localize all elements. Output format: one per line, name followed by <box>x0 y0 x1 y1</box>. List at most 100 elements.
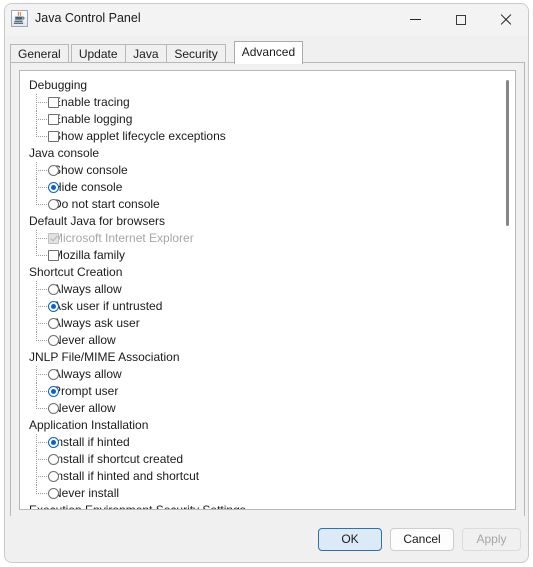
settings-row[interactable]: Enable tracing <box>20 94 515 111</box>
settings-row-label: Do not start console <box>53 197 160 211</box>
cancel-button[interactable]: Cancel <box>390 528 454 551</box>
dialog-footer: OK Cancel Apply <box>5 516 528 562</box>
settings-row-label: Never allow <box>53 401 116 415</box>
tab-general[interactable]: General <box>10 44 69 63</box>
tree-connector-horizontal <box>36 306 48 307</box>
tree-connector-horizontal <box>36 255 48 256</box>
close-button[interactable] <box>483 4 528 35</box>
settings-row[interactable]: Always ask user <box>20 315 515 332</box>
settings-row-label: Ask user if untrusted <box>53 299 163 313</box>
settings-row-label: Show applet lifecycle exceptions <box>53 129 226 143</box>
settings-row[interactable]: Ask user if untrusted <box>20 298 515 315</box>
checkbox-icon <box>48 233 59 244</box>
radio-icon[interactable] <box>48 318 59 329</box>
tree-connector-horizontal <box>36 340 48 341</box>
radio-icon[interactable] <box>48 403 59 414</box>
settings-row-label: Always allow <box>53 282 122 296</box>
settings-group-header[interactable]: Default Java for browsers <box>20 213 515 230</box>
settings-row-label: Always allow <box>53 367 122 381</box>
tree-connector-horizontal <box>36 187 48 188</box>
checkbox-icon[interactable] <box>48 250 59 261</box>
tree-connector-horizontal <box>36 102 48 103</box>
settings-row-label: Never install <box>53 486 120 500</box>
window-title: Java Control Panel <box>35 11 141 25</box>
vertical-scrollbar[interactable] <box>501 72 514 508</box>
maximize-button[interactable] <box>438 4 483 35</box>
settings-group-header[interactable]: Java console <box>20 145 515 162</box>
settings-row[interactable]: Prompt user <box>20 383 515 400</box>
radio-icon[interactable] <box>48 165 59 176</box>
minimize-button[interactable] <box>393 4 438 35</box>
tree-connector-horizontal <box>36 119 48 120</box>
radio-icon[interactable] <box>48 386 59 397</box>
settings-tree: Debugging Enable tracing Enable logging Sho… <box>20 71 515 509</box>
tree-connector-horizontal <box>36 136 48 137</box>
checkbox-icon[interactable] <box>48 97 59 108</box>
tab-advanced[interactable]: Advanced <box>233 41 304 64</box>
tree-connector-horizontal <box>36 204 48 205</box>
settings-row-label: Enable tracing <box>53 95 130 109</box>
settings-group-header[interactable]: JNLP File/MIME Association <box>20 349 515 366</box>
settings-row[interactable]: Mozilla family <box>20 247 515 264</box>
radio-icon[interactable] <box>48 488 59 499</box>
settings-row[interactable]: Install if hinted <box>20 434 515 451</box>
settings-group-header[interactable]: Shortcut Creation <box>20 264 515 281</box>
radio-icon[interactable] <box>48 369 59 380</box>
radio-icon[interactable] <box>48 301 59 312</box>
settings-row-label: Hide console <box>53 180 123 194</box>
radio-icon[interactable] <box>48 199 59 210</box>
tab-strip: General Update Java Security Advanced <box>5 41 528 64</box>
tree-connector-horizontal <box>36 323 48 324</box>
settings-row[interactable]: Never allow <box>20 332 515 349</box>
scrollbar-thumb[interactable] <box>506 80 509 226</box>
radio-icon[interactable] <box>48 284 59 295</box>
tree-connector-horizontal <box>36 374 48 375</box>
ok-button[interactable]: OK <box>318 528 382 551</box>
settings-row[interactable]: Show console <box>20 162 515 179</box>
advanced-tab-panel: Debugging Enable tracing Enable logging Sho… <box>10 62 525 518</box>
java-cup-icon <box>11 10 28 27</box>
settings-row[interactable]: Microsoft Internet Explorer <box>20 230 515 247</box>
settings-row[interactable]: Never allow <box>20 400 515 417</box>
settings-row[interactable]: Install if shortcut created <box>20 451 515 468</box>
tree-connector-horizontal <box>36 391 48 392</box>
tree-connector-horizontal <box>36 476 48 477</box>
minimize-icon <box>410 19 421 20</box>
settings-listbox[interactable]: Debugging Enable tracing Enable logging Sho… <box>19 70 516 510</box>
settings-group-header[interactable]: Debugging <box>20 77 515 94</box>
tree-connector-horizontal <box>36 442 48 443</box>
tree-connector-horizontal <box>36 408 48 409</box>
radio-icon[interactable] <box>48 182 59 193</box>
close-icon <box>500 14 511 25</box>
tab-update[interactable]: Update <box>70 44 126 63</box>
settings-group-header[interactable]: Application Installation <box>20 417 515 434</box>
settings-row-label: Show console <box>53 163 128 177</box>
radio-icon[interactable] <box>48 437 59 448</box>
settings-row-label: Always ask user <box>53 316 140 330</box>
settings-row-label: Enable logging <box>53 112 133 126</box>
settings-row-label: Never allow <box>53 333 116 347</box>
settings-row[interactable]: Enable logging <box>20 111 515 128</box>
settings-row[interactable]: Always allow <box>20 366 515 383</box>
settings-row-label: Install if shortcut created <box>53 452 184 466</box>
radio-icon[interactable] <box>48 454 59 465</box>
settings-row-label: Mozilla family <box>53 248 126 262</box>
settings-row-label: Install if hinted <box>53 435 130 449</box>
radio-icon[interactable] <box>48 335 59 346</box>
checkbox-icon[interactable] <box>48 131 59 142</box>
settings-row[interactable]: Never install <box>20 485 515 502</box>
settings-row[interactable]: Install if hinted and shortcut <box>20 468 515 485</box>
settings-row-label: Microsoft Internet Explorer <box>53 231 194 245</box>
radio-icon[interactable] <box>48 471 59 482</box>
tab-java[interactable]: Java <box>125 44 167 63</box>
settings-row[interactable]: Always allow <box>20 281 515 298</box>
settings-group-header[interactable]: Execution Environment Security Settings <box>20 502 515 509</box>
settings-row[interactable]: Hide console <box>20 179 515 196</box>
java-control-panel-window: Java Control Panel General Update Java Secu… <box>4 3 529 563</box>
apply-button: Apply <box>462 528 521 551</box>
settings-row[interactable]: Show applet lifecycle exceptions <box>20 128 515 145</box>
checkbox-icon[interactable] <box>48 114 59 125</box>
tab-security[interactable]: Security <box>166 44 226 63</box>
maximize-icon <box>455 14 466 25</box>
settings-row[interactable]: Do not start console <box>20 196 515 213</box>
